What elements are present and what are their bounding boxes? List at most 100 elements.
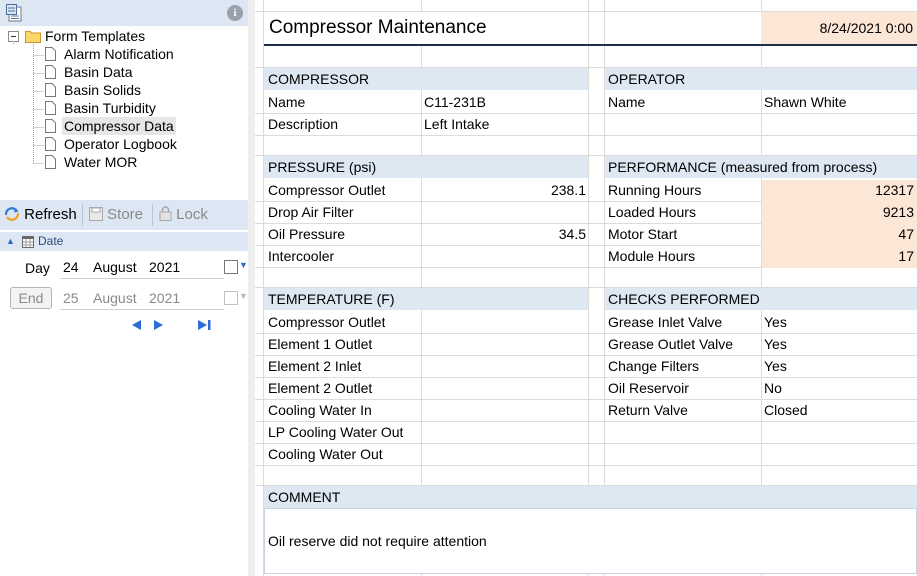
document-icon (45, 137, 56, 151)
pressure-row-label: Drop Air Filter (268, 204, 354, 220)
performance-row-value[interactable]: 47 (764, 223, 914, 245)
panel-splitter[interactable] (248, 0, 255, 576)
end-field-underline (60, 309, 224, 310)
chevron-down-icon[interactable]: ▼ (239, 291, 248, 301)
calendar-dropdown-icon[interactable] (224, 260, 238, 274)
compressor-description-value[interactable]: Left Intake (424, 113, 489, 135)
end-toggle-button[interactable]: End (10, 287, 52, 309)
grid-line (255, 135, 917, 136)
performance-row-value[interactable]: 17 (764, 245, 914, 267)
performance-row-label: Motor Start (608, 226, 678, 242)
tree-item-basin-turbidity[interactable]: Basin Turbidity (62, 99, 158, 117)
compressor-name-label: Name (268, 94, 306, 110)
tree-item-alarm-notification[interactable]: Alarm Notification (62, 45, 176, 63)
comment-box[interactable]: Oil reserve did not require attention (264, 508, 917, 574)
pressure-row-label: Intercooler (268, 248, 335, 264)
checks-row-value[interactable]: Yes (764, 333, 787, 355)
end-date-picker[interactable]: 25 August 2021 ▼ (60, 288, 248, 310)
document-icon (45, 119, 56, 133)
day-field-underline (60, 278, 224, 279)
end-day-field[interactable]: 25 (63, 288, 79, 308)
tree-root-form-templates[interactable]: Form Templates (45, 27, 145, 45)
temperature-header: TEMPERATURE (F) (268, 291, 395, 307)
performance-row-label: Module Hours (608, 248, 696, 264)
end-month-field[interactable]: August (93, 288, 137, 308)
checks-row-value[interactable]: Closed (764, 399, 808, 421)
refresh-icon (4, 207, 20, 221)
form-title: Compressor Maintenance (264, 12, 584, 44)
left-panel: i Form Templates Alarm Notification Basi… (0, 0, 248, 576)
document-icon (45, 83, 56, 97)
comment-text[interactable]: Oil reserve did not require attention (268, 530, 487, 552)
checks-row-value[interactable]: No (764, 377, 782, 399)
date-section-header[interactable]: ▲ Date (0, 232, 248, 251)
day-year-field[interactable]: 2021 (149, 257, 180, 277)
performance-row-label: Loaded Hours (608, 204, 696, 220)
calendar-dropdown-icon[interactable] (224, 291, 238, 305)
pressure-row-value[interactable] (424, 201, 586, 223)
day-month-field[interactable]: August (93, 257, 137, 277)
performance-row-label: Running Hours (608, 182, 702, 198)
temperature-row-label: Cooling Water Out (268, 446, 383, 462)
temperature-row-label: Element 2 Outlet (268, 380, 373, 396)
lock-label: Lock (176, 206, 208, 223)
operator-header: OPERATOR (608, 71, 686, 87)
compressor-name-value[interactable]: C11-231B (424, 91, 486, 113)
date-section-label: Date (38, 234, 64, 248)
collapse-triangle-icon: ▲ (6, 236, 15, 246)
calendar-icon (22, 236, 34, 248)
action-bar: Refresh Store Lock (0, 200, 248, 230)
store-icon (89, 207, 103, 221)
collapse-toggle-icon[interactable] (8, 31, 19, 42)
day-date-picker[interactable]: 24 August 2021 ▼ (60, 257, 248, 279)
operator-name-label: Name (608, 94, 646, 110)
day-day-field[interactable]: 24 (63, 257, 79, 277)
compressor-header: COMPRESSOR (268, 71, 370, 87)
performance-header: PERFORMANCE (measured from process) (608, 159, 878, 175)
lock-icon (159, 206, 172, 221)
checks-row-label: Change Filters (608, 358, 700, 374)
action-separator (82, 204, 83, 226)
end-year-field[interactable]: 2021 (149, 288, 180, 308)
checks-row-value[interactable]: Yes (764, 355, 787, 377)
checks-row-label: Grease Outlet Valve (608, 336, 734, 352)
form-sheet: Compressor Maintenance 8/24/2021 0:00 CO… (255, 0, 917, 576)
pressure-row-value[interactable]: 238.1 (424, 179, 586, 201)
refresh-button[interactable]: Refresh (4, 204, 77, 226)
pressure-row-value[interactable]: 34.5 (424, 223, 586, 245)
folder-icon (25, 31, 41, 43)
section-header-comment (264, 486, 917, 508)
checks-row-label: Return Valve (608, 402, 688, 418)
chevron-down-icon[interactable]: ▼ (239, 260, 248, 270)
performance-row-value[interactable]: 12317 (764, 179, 914, 201)
store-label: Store (107, 206, 144, 223)
last-day-icon[interactable] (197, 319, 212, 331)
next-day-icon[interactable] (153, 319, 164, 331)
comment-header: COMMENT (268, 489, 341, 505)
operator-name-value[interactable]: Shawn White (764, 91, 846, 113)
temperature-row-label: Cooling Water In (268, 402, 372, 418)
tree-item-compressor-data[interactable]: Compressor Data (62, 117, 176, 135)
form-datetime-cell[interactable]: 8/24/2021 0:00 (761, 12, 917, 44)
checks-header: CHECKS PERFORMED (608, 291, 760, 307)
tree-item-basin-data[interactable]: Basin Data (62, 63, 134, 81)
tree-item-operator-logbook[interactable]: Operator Logbook (62, 135, 179, 153)
day-label: Day (25, 260, 50, 276)
previous-day-icon[interactable] (131, 319, 142, 331)
document-icon (45, 101, 56, 115)
tree-item-basin-solids[interactable]: Basin Solids (62, 81, 143, 99)
tree-item-water-mor[interactable]: Water MOR (62, 153, 139, 171)
checks-row-label: Oil Reservoir (608, 380, 689, 396)
temperature-row-label: Element 2 Inlet (268, 358, 362, 374)
store-button[interactable]: Store (89, 204, 143, 226)
lock-button[interactable]: Lock (159, 204, 208, 226)
grid-line (255, 113, 917, 114)
pressure-row-label: Oil Pressure (268, 226, 346, 242)
compressor-description-label: Description (268, 116, 339, 132)
document-icon (45, 47, 56, 61)
checks-row-value[interactable]: Yes (764, 311, 787, 333)
grid-line (255, 465, 917, 466)
performance-row-value[interactable]: 9213 (764, 201, 914, 223)
pressure-row-value[interactable] (424, 245, 586, 267)
title-underline (264, 44, 917, 46)
